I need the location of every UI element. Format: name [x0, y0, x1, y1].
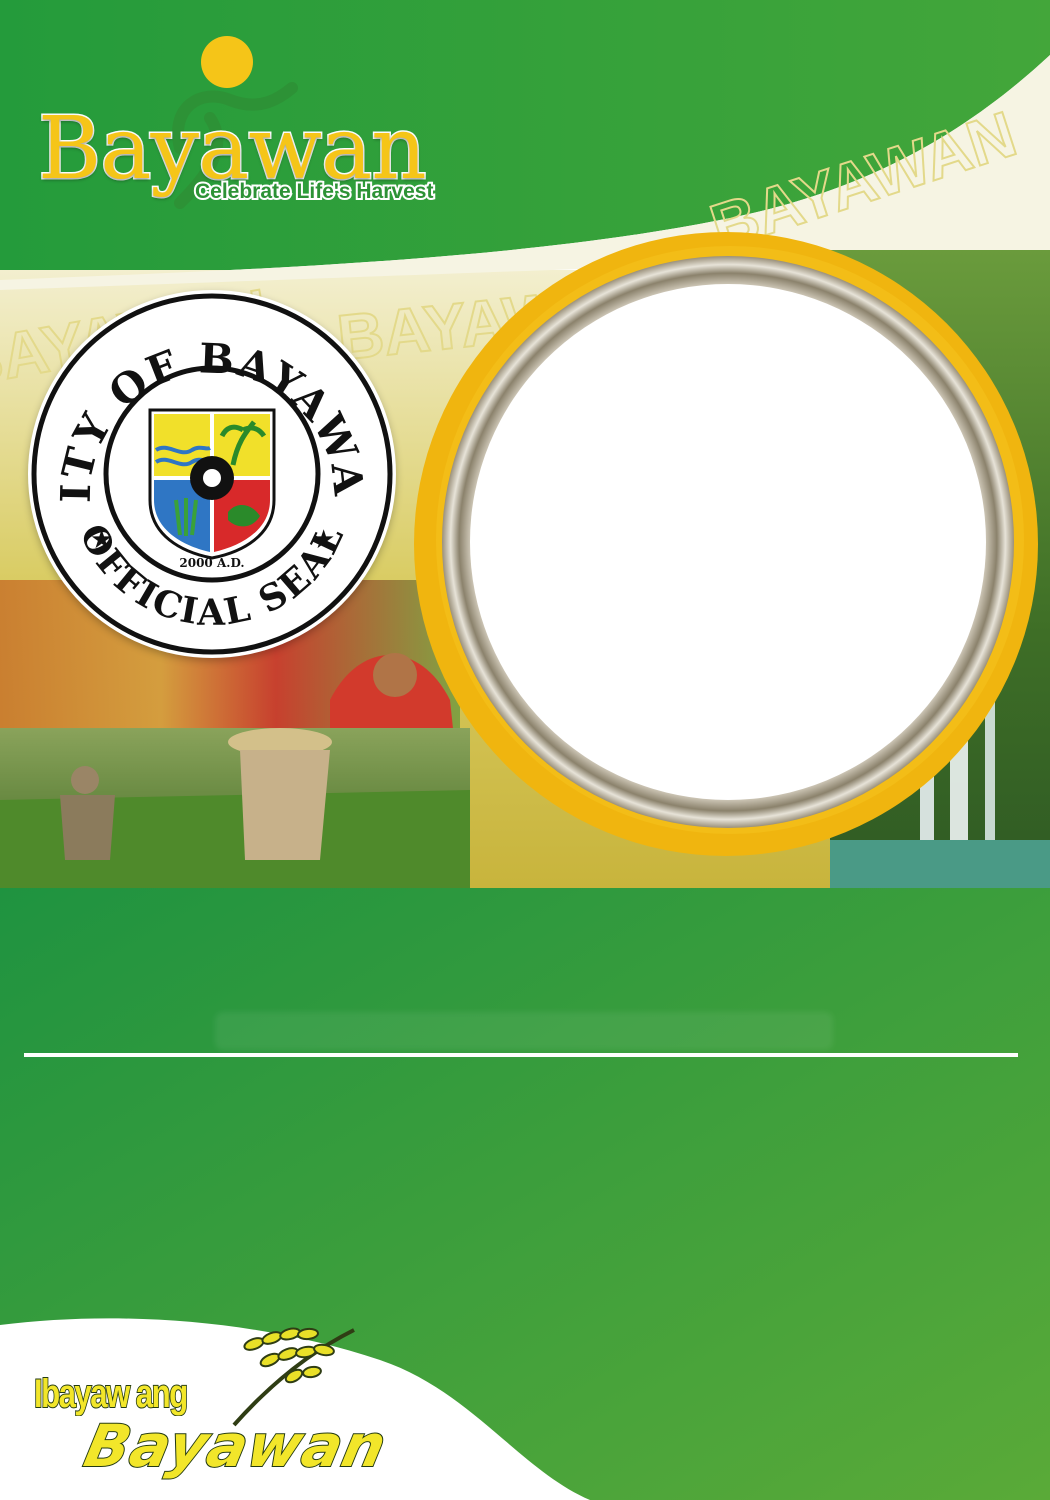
gold-ring-frame-icon [414, 232, 1038, 856]
bayawan-brand-logo: Bayawan Celebrate Life's Harvest [30, 28, 480, 218]
slogan-logo: Ibayaw ang Bayawan [28, 1320, 408, 1490]
photo-frame [410, 228, 1050, 868]
official-seal: CITY OF BAYAWAN OFFICIAL SEAL ★ ★ 2000 A… [28, 290, 396, 658]
slogan-line-2: Bayawan [78, 1411, 394, 1481]
star-icon: ★ [312, 524, 335, 554]
star-icon: ★ [90, 524, 113, 554]
slogan-line-1: Ibayaw ang [33, 1371, 189, 1417]
blurred-caption-placeholder [215, 1012, 833, 1050]
seal-year: 2000 A.D. [179, 556, 245, 570]
coat-of-arms-icon [148, 408, 276, 560]
divider-line [24, 1053, 1018, 1057]
brand-tagline: Celebrate Life's Harvest [193, 178, 435, 205]
